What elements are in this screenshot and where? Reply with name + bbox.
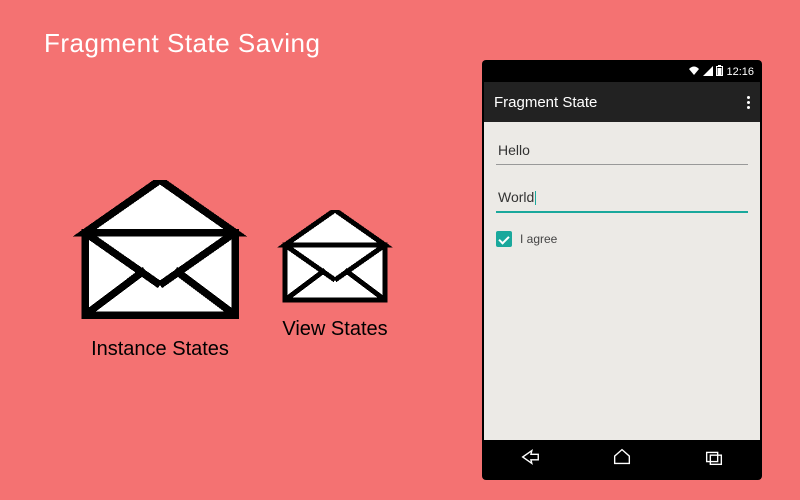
text-cursor <box>535 191 536 205</box>
text-input-1[interactable]: Hello <box>496 136 748 165</box>
envelope-icon-large <box>70 180 250 330</box>
page-title: Fragment State Saving <box>44 28 320 59</box>
home-icon[interactable] <box>611 446 633 473</box>
back-icon[interactable] <box>519 446 541 473</box>
status-bar: 12:16 <box>484 62 760 82</box>
text-input-1-value: Hello <box>498 142 530 158</box>
view-states-label: View States <box>275 318 395 341</box>
phone-screen: 12:16 Fragment State Hello World I agree <box>484 62 760 478</box>
phone-frame: 12:16 Fragment State Hello World I agree <box>482 60 762 480</box>
checkbox-row[interactable]: I agree <box>496 231 748 247</box>
fragment-content: Hello World I agree <box>484 122 760 440</box>
text-input-2[interactable]: World <box>496 183 748 213</box>
envelope-icon-small <box>275 210 395 310</box>
wifi-icon <box>688 66 700 79</box>
checkbox-label: I agree <box>520 232 557 246</box>
navigation-bar <box>484 440 760 478</box>
battery-icon <box>716 65 723 79</box>
instance-states-label: Instance States <box>70 338 250 361</box>
action-bar-title: Fragment State <box>494 94 597 111</box>
recent-apps-icon[interactable] <box>703 446 725 473</box>
text-input-2-value: World <box>498 189 534 205</box>
checkbox-icon[interactable] <box>496 231 512 247</box>
overflow-menu-icon[interactable] <box>747 96 750 109</box>
action-bar: Fragment State <box>484 82 760 122</box>
signal-icon <box>703 66 713 79</box>
status-time: 12:16 <box>726 66 754 78</box>
